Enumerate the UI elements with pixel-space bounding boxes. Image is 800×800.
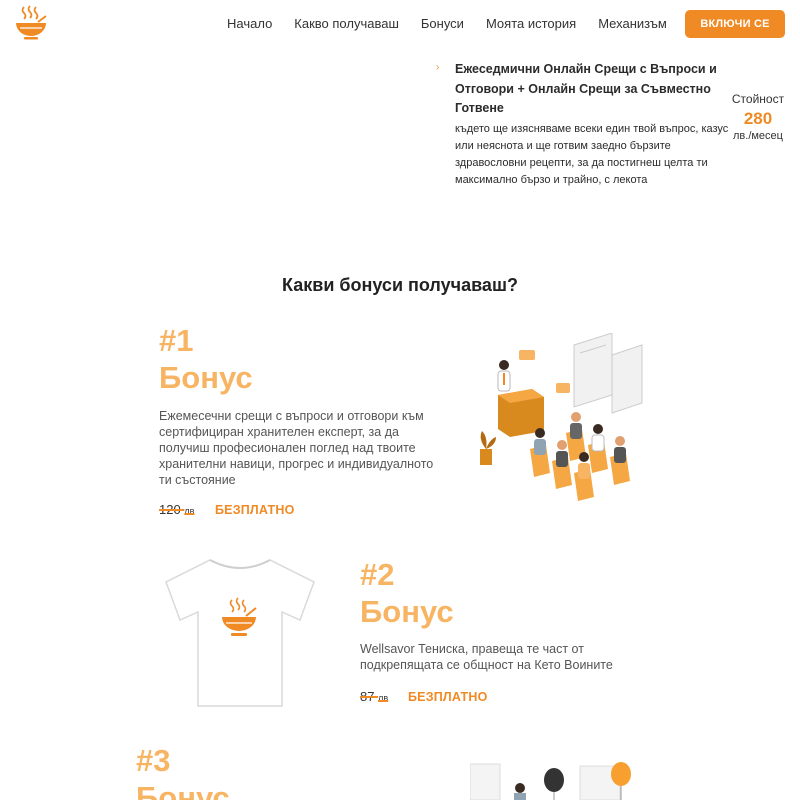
soup-bowl-logo-icon[interactable] [14, 4, 48, 40]
feature-title: Ежеседмични Онлайн Срещи с Въпроси и Отг… [455, 62, 717, 115]
bonus-1-number: #1 [159, 323, 194, 358]
bonus-1-free-label: БЕЗПЛАТНО [215, 503, 295, 517]
price-value: 280 [743, 109, 773, 128]
price-label: Стойност [731, 92, 785, 106]
bonuses-section-title: Какви бонуси получаваш? [282, 275, 518, 295]
bonus-3-number: #3 [136, 743, 171, 778]
nav-item-mechanism[interactable]: Механизъм [587, 16, 678, 31]
meeting-illustration [480, 333, 643, 501]
chevron-right-icon: › [436, 62, 440, 73]
bonus-1-description: Ежемесечни срещи с въпроси и отговори къ… [159, 409, 434, 487]
tshirt-illustration [165, 559, 315, 707]
bonus-2-description: Wellsavor Тениска, правеща те част от по… [360, 642, 613, 672]
bonus-2-number: #2 [360, 557, 395, 592]
bonus-2-free-label: БЕЗПЛАТНО [408, 690, 488, 704]
bonus-3-heading: Бонус [136, 780, 230, 800]
join-button[interactable]: ВКЛЮЧИ СЕ [685, 10, 785, 38]
price-box: Стойност 280 лв./месец [724, 92, 792, 142]
bonus-1-heading: Бонус [159, 360, 253, 395]
nav-item-what-you-get[interactable]: Какво получаваш [283, 16, 410, 31]
bonus-2-heading: Бонус [360, 594, 454, 629]
price-unit: лв./месец [733, 130, 783, 142]
bonus-1-old-price: 120 лв [159, 502, 195, 517]
nav-item-bonuses[interactable]: Бонуси [410, 16, 475, 31]
bonus-2-old-price: 87 лв [360, 689, 389, 704]
nav-item-my-story[interactable]: Моята история [475, 16, 587, 31]
feature-description: където ще изясняваме всеки един твой въп… [455, 123, 729, 186]
main-navigation: Начало Какво получаваш Бонуси Моята исто… [216, 0, 678, 46]
site-header: Начало Какво получаваш Бонуси Моята исто… [0, 0, 800, 48]
nav-item-home[interactable]: Начало [216, 16, 283, 31]
balloons-illustration [470, 762, 631, 800]
